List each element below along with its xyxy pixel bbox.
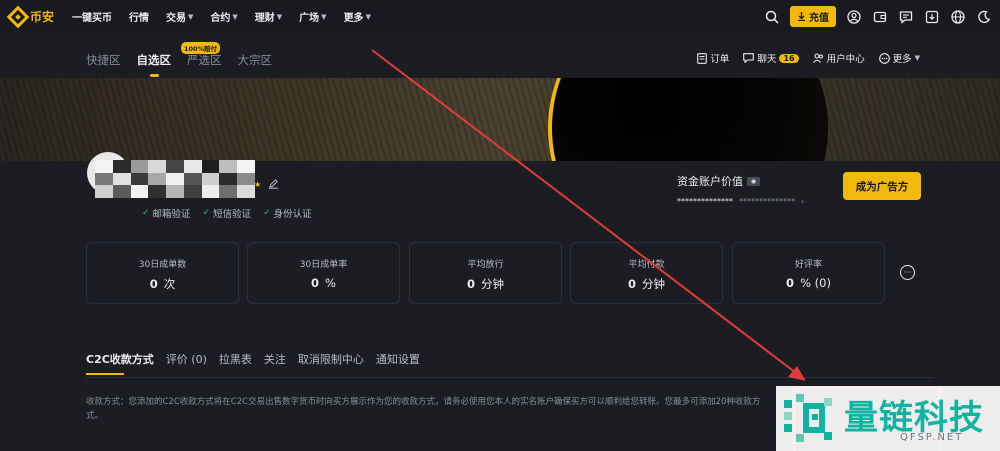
annotation-arrow: [371, 49, 806, 381]
watermark-logo: [784, 394, 832, 442]
watermark: 量链科技 QFSP.NET: [776, 386, 1000, 451]
watermark-sub: QFSP.NET: [900, 432, 964, 443]
